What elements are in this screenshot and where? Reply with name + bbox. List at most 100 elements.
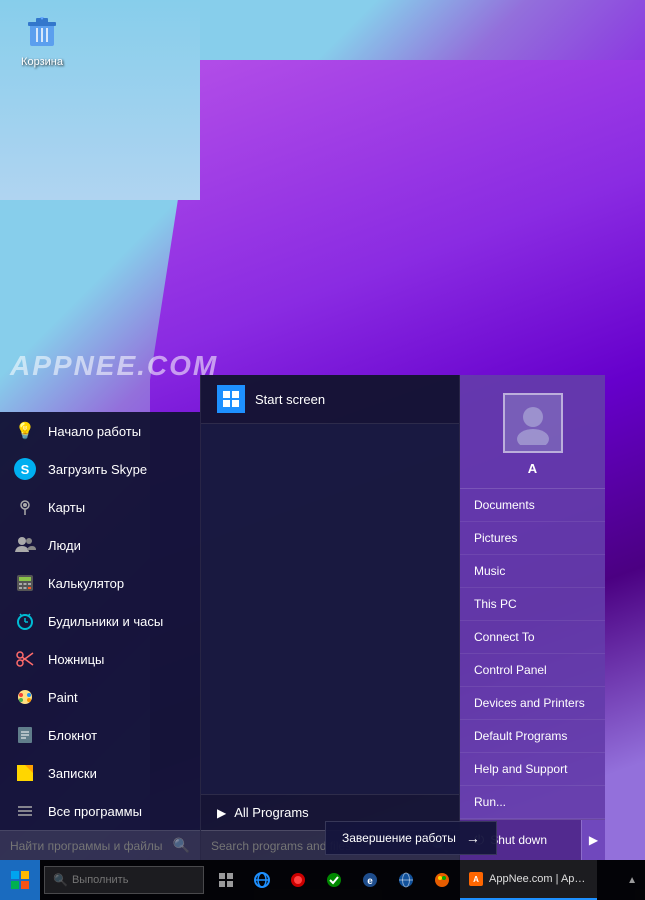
taskbar-start-button[interactable] <box>0 860 40 900</box>
right-item-documents[interactable]: Documents <box>460 489 605 522</box>
taskbar-search-icon: 🔍 <box>53 873 68 887</box>
shutdown-label: Shut down <box>490 833 547 847</box>
right-item-devices-printers[interactable]: Devices and Printers <box>460 687 605 720</box>
user-profile-section: A <box>460 375 605 489</box>
people-icon <box>14 534 36 556</box>
right-item-pictures[interactable]: Pictures <box>460 522 605 555</box>
taskbar-search-bar[interactable]: 🔍 <box>44 866 204 894</box>
pictures-label: Pictures <box>474 531 517 545</box>
allprograms-icon <box>14 800 36 822</box>
documents-label: Documents <box>474 498 535 512</box>
notepad-icon <box>14 724 36 746</box>
notepad-label: Блокнот <box>48 728 97 743</box>
ie2-icon: e <box>361 871 379 889</box>
system-tray: ▲ <box>627 875 637 886</box>
app-item-stickynotes[interactable]: Записки <box>0 754 200 792</box>
start-right-panel: A Documents Pictures Music This PC Conne… <box>460 375 605 860</box>
taskbar-red-button[interactable] <box>280 860 316 900</box>
app-item-calculator[interactable]: Калькулятор <box>0 564 200 602</box>
paint-icon <box>14 686 36 708</box>
avatar-svg <box>511 401 555 445</box>
taskbar-color-button[interactable] <box>424 860 460 900</box>
task-view-button[interactable] <box>208 860 244 900</box>
right-item-music[interactable]: Music <box>460 555 605 588</box>
right-item-default-programs[interactable]: Default Programs <box>460 720 605 753</box>
start-middle-panel: Start screen ▶ All Programs 🔍 <box>200 375 460 860</box>
app-item-startup[interactable]: 💡 Начало работы <box>0 412 200 450</box>
connect-to-label: Connect To <box>474 630 535 644</box>
default-programs-label: Default Programs <box>474 729 567 743</box>
notification-label: Завершение работы <box>342 831 456 845</box>
taskbar: 🔍 e <box>0 860 645 900</box>
start-content-area <box>201 424 459 794</box>
taskbar-appnee-label: AppNee.com | AppN... <box>489 873 589 885</box>
taskbar-ie-button[interactable] <box>244 860 280 900</box>
start-screen-tile-icon <box>217 385 245 413</box>
alarms-label: Будильники и часы <box>48 614 163 629</box>
recycle-bin-icon[interactable]: Корзина <box>12 12 72 68</box>
app-item-paint[interactable]: Paint <box>0 678 200 716</box>
app-item-allprograms[interactable]: Все программы <box>0 792 200 830</box>
taskbar-appnee-item[interactable]: A AppNee.com | AppN... <box>460 860 597 900</box>
scissors-label: Ножницы <box>48 652 104 667</box>
start-screen-button[interactable]: Start screen <box>201 375 459 424</box>
shutdown-arrow-button[interactable]: ▶ <box>581 820 605 860</box>
app-item-skype[interactable]: S Загрузить Skype <box>0 450 200 488</box>
globe-icon <box>397 871 415 889</box>
control-panel-label: Control Panel <box>474 663 547 677</box>
maps-label: Карты <box>48 500 85 515</box>
taskbar-ie2-button[interactable]: e <box>352 860 388 900</box>
taskbar-search-input[interactable] <box>72 874 195 886</box>
taskbar-right-area: ▲ <box>619 875 645 886</box>
skype-label: Загрузить Skype <box>48 462 147 477</box>
taskbar-apps-area: e A AppNee.com | AppN... <box>244 860 619 900</box>
username-label: A <box>528 461 537 476</box>
task-view-icon <box>218 872 234 888</box>
start-search-bar[interactable]: 🔍 <box>0 830 200 860</box>
all-programs-label: All Programs <box>234 805 308 820</box>
user-avatar[interactable] <box>503 393 563 453</box>
stickynotes-icon <box>14 762 36 784</box>
watermark: APPNEE.COM <box>10 350 218 382</box>
music-label: Music <box>474 564 505 578</box>
right-item-connect-to[interactable]: Connect To <box>460 621 605 654</box>
right-item-this-pc[interactable]: This PC <box>460 588 605 621</box>
search-icon: 🔍 <box>173 837 190 854</box>
recycle-bin-svg <box>22 12 62 52</box>
run-label: Run... <box>474 795 506 809</box>
people-label: Люди <box>48 538 81 553</box>
skype-icon: S <box>14 458 36 480</box>
scissors-icon <box>14 648 36 670</box>
app-item-alarms[interactable]: Будильники и часы <box>0 602 200 640</box>
calculator-label: Калькулятор <box>48 576 124 591</box>
help-support-label: Help and Support <box>474 762 567 776</box>
taskbar-globe-button[interactable] <box>388 860 424 900</box>
all-programs-arrow: ▶ <box>217 806 226 820</box>
red-icon <box>289 871 307 889</box>
right-item-control-panel[interactable]: Control Panel <box>460 654 605 687</box>
app-item-notepad[interactable]: Блокнот <box>0 716 200 754</box>
stickynotes-label: Записки <box>48 766 97 781</box>
startup-icon: 💡 <box>14 420 36 442</box>
app-item-scissors[interactable]: Ножницы <box>0 640 200 678</box>
notification-arrow-icon: → <box>466 830 480 846</box>
app-item-people[interactable]: Люди <box>0 526 200 564</box>
start-menu: 💡 Начало работы S Загрузить Skype Карты … <box>0 412 200 860</box>
windows-logo-icon <box>11 871 29 889</box>
apps-list: 💡 Начало работы S Загрузить Skype Карты … <box>0 412 200 830</box>
allprograms-label: Все программы <box>48 804 142 819</box>
taskbar-green-button[interactable] <box>316 860 352 900</box>
svg-text:e: e <box>367 876 373 887</box>
recycle-bin-label: Корзина <box>21 56 63 68</box>
right-item-run[interactable]: Run... <box>460 786 605 819</box>
appnee-icon: A <box>468 871 484 887</box>
start-screen-label: Start screen <box>255 392 325 407</box>
shutdown-chevron-icon: ▶ <box>589 833 598 847</box>
app-item-maps[interactable]: Карты <box>0 488 200 526</box>
right-item-help-support[interactable]: Help and Support <box>460 753 605 786</box>
color-icon <box>433 871 451 889</box>
paint-label: Paint <box>48 690 78 705</box>
calculator-icon <box>14 572 36 594</box>
start-search-input[interactable] <box>10 839 167 853</box>
green-icon <box>325 871 343 889</box>
